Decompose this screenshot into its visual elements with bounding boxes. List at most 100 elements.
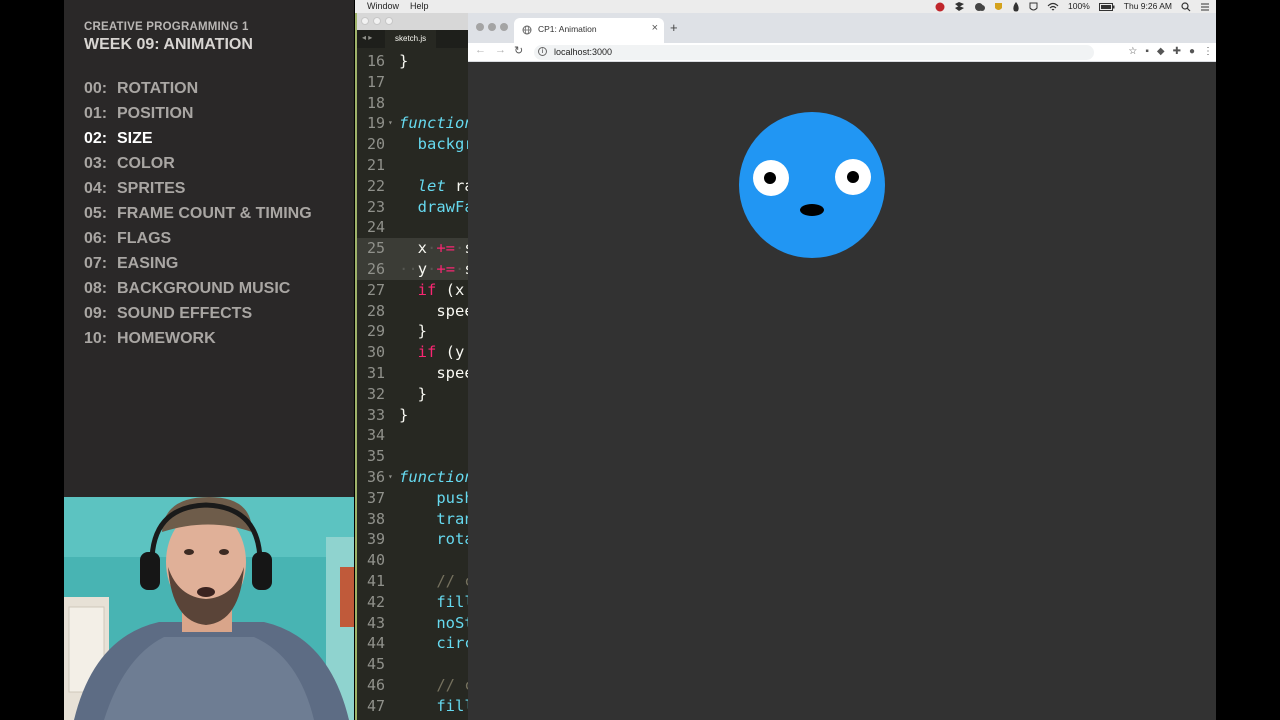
lesson-label: ROTATION xyxy=(117,80,199,97)
code-text: ··y·+=·s xyxy=(399,259,468,278)
line-number: 40 xyxy=(366,551,385,570)
star-icon[interactable]: ☆ xyxy=(1128,45,1137,59)
shield-extension-icon[interactable]: ◆ xyxy=(1157,45,1165,59)
line-number: 38 xyxy=(366,509,385,528)
line-number: 25 xyxy=(366,239,385,258)
code-text: fill xyxy=(436,696,468,715)
shield-badge-icon[interactable] xyxy=(994,2,1003,12)
line-number: 36 xyxy=(366,467,385,486)
spotlight-search-icon[interactable] xyxy=(1181,1,1191,12)
editor-close-dot-icon[interactable] xyxy=(361,17,369,25)
code-line[interactable]: 29 } xyxy=(357,321,468,342)
close-tab-icon[interactable]: × xyxy=(652,22,658,34)
editor-zoom-dot-icon[interactable] xyxy=(385,17,393,25)
code-line[interactable]: 46 // c xyxy=(357,675,468,696)
lesson-number: 00: xyxy=(84,80,108,97)
notification-center-icon[interactable] xyxy=(1200,2,1210,12)
code-line[interactable]: 39 rota xyxy=(357,529,468,550)
code-line[interactable]: 47 fill xyxy=(357,696,468,717)
new-tab-button[interactable]: + xyxy=(670,20,678,35)
code-line[interactable]: 41 // c xyxy=(357,571,468,592)
cloud-icon[interactable] xyxy=(974,2,986,12)
code-line[interactable]: 23 drawFa xyxy=(357,197,468,218)
line-number: 32 xyxy=(366,384,385,403)
lesson-number: 01: xyxy=(84,105,108,122)
tab-nav-arrows-icon[interactable]: ◂ ▸ xyxy=(362,33,372,42)
forward-button[interactable]: → xyxy=(495,44,506,56)
globe-icon xyxy=(522,25,532,35)
code-line[interactable]: 21 xyxy=(357,155,468,176)
flame-icon[interactable] xyxy=(1012,1,1020,12)
code-line[interactable]: 30 if (y xyxy=(357,342,468,363)
code-line[interactable]: 27 if (x xyxy=(357,280,468,301)
browser-zoom-dot-icon[interactable] xyxy=(500,23,508,31)
line-number: 35 xyxy=(366,447,385,466)
address-bar[interactable]: i localhost:3000 xyxy=(534,45,1094,60)
menu-help[interactable]: Help xyxy=(410,1,429,11)
lesson-number: 06: xyxy=(84,230,108,247)
line-number: 16 xyxy=(366,52,385,70)
code-text: if (x xyxy=(417,280,465,299)
code-line[interactable]: 24 xyxy=(357,217,468,238)
code-line[interactable]: 20 backgr xyxy=(357,134,468,155)
wifi-icon[interactable] xyxy=(1047,2,1059,12)
site-info-icon[interactable]: i xyxy=(538,47,547,56)
browser-minimize-dot-icon[interactable] xyxy=(488,23,496,31)
code-line[interactable]: 18 xyxy=(357,93,468,114)
code-line[interactable]: 45 xyxy=(357,654,468,675)
fold-arrow-icon[interactable]: ▾ xyxy=(388,113,393,134)
code-line[interactable]: 22 let ra xyxy=(357,176,468,197)
code-line[interactable]: 36 ▾ function xyxy=(357,467,468,488)
menu-window[interactable]: Window xyxy=(367,1,399,11)
browser-tab-title: CP1: Animation xyxy=(538,24,597,34)
code-line[interactable]: 16} xyxy=(357,51,468,72)
code-area[interactable]: 16}171819▾function20 backgr2122 let ra23… xyxy=(357,51,468,717)
code-line[interactable]: 32 } xyxy=(357,384,468,405)
menubar-clock[interactable]: Thu 9:26 AM xyxy=(1124,0,1172,13)
code-line[interactable]: 44 circ xyxy=(357,633,468,654)
lesson-number: 02: xyxy=(84,130,108,147)
code-line[interactable]: 31 spee xyxy=(357,363,468,384)
lesson-item: 04: SPRITES xyxy=(84,180,312,205)
browser-tabstrip: CP1: Animation × + xyxy=(468,13,1216,43)
shield-outline-icon[interactable] xyxy=(1029,2,1038,12)
code-line[interactable]: 17 xyxy=(357,72,468,93)
sketch-canvas[interactable] xyxy=(468,63,1216,720)
editor-minimize-dot-icon[interactable] xyxy=(373,17,381,25)
code-line[interactable]: 34 xyxy=(357,425,468,446)
fold-arrow-icon[interactable]: ▾ xyxy=(388,467,393,488)
line-number: 43 xyxy=(366,613,385,632)
extension-icon[interactable]: ▪ xyxy=(1145,45,1149,59)
url-text[interactable]: localhost:3000 xyxy=(554,47,612,57)
code-line[interactable]: 33} xyxy=(357,405,468,426)
code-text: drawFa xyxy=(417,197,468,216)
browser-close-dot-icon[interactable] xyxy=(476,23,484,31)
code-line[interactable]: 28 spee xyxy=(357,301,468,322)
browser-tab-cp1-animation[interactable]: CP1: Animation × xyxy=(514,18,664,43)
code-text: if (y xyxy=(417,343,465,362)
more-icon[interactable]: ⋮ xyxy=(1203,45,1213,59)
puzzle-icon[interactable]: ✚ xyxy=(1173,45,1181,59)
code-line[interactable]: 40 xyxy=(357,550,468,571)
code-line[interactable]: 26 ··y·+=·s xyxy=(357,258,468,280)
lesson-item: 02: SIZE xyxy=(84,130,312,155)
lesson-item: 07: EASING xyxy=(84,255,312,280)
line-number: 23 xyxy=(366,197,385,216)
code-line[interactable]: 42 fill xyxy=(357,592,468,613)
profile-icon[interactable]: ● xyxy=(1189,45,1195,59)
code-line[interactable]: 25 x·+=·s xyxy=(357,238,468,259)
battery-icon[interactable] xyxy=(1098,2,1115,11)
code-line[interactable]: 43 noSt xyxy=(357,613,468,634)
lesson-item: 00: ROTATION xyxy=(84,80,312,105)
dropbox-icon[interactable] xyxy=(954,1,965,12)
line-number: 45 xyxy=(366,655,385,674)
code-line[interactable]: 35 xyxy=(357,446,468,467)
tab-sketch-js[interactable]: sketch.js xyxy=(385,30,437,48)
app-status-icon[interactable] xyxy=(935,2,945,12)
back-button[interactable]: ← xyxy=(475,44,486,56)
line-number: 33 xyxy=(366,405,385,424)
reload-button[interactable]: ↻ xyxy=(514,44,523,57)
code-line[interactable]: 38 tran xyxy=(357,509,468,530)
code-line[interactable]: 19 ▾ function xyxy=(357,113,468,134)
code-line[interactable]: 37 push xyxy=(357,488,468,509)
